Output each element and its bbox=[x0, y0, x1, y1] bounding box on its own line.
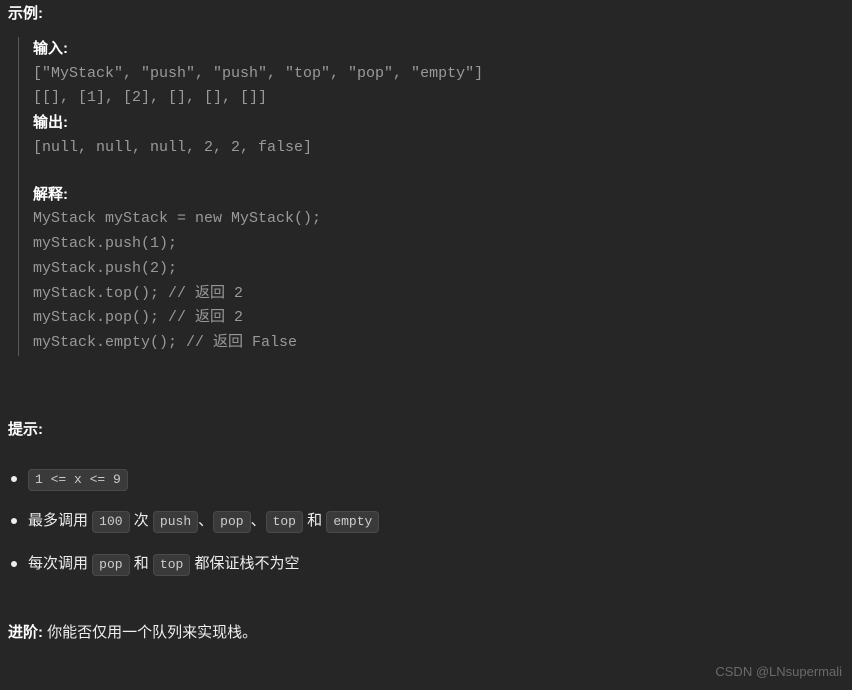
code-chip-range: 1 <= x <= 9 bbox=[28, 469, 128, 491]
code-chip-pop2: pop bbox=[92, 554, 129, 576]
example-title: 示例: bbox=[8, 2, 852, 27]
code-line-1: myStack.push(1); bbox=[33, 232, 852, 257]
input-line-2: [[], [1], [2], [], [], []] bbox=[33, 86, 852, 111]
hint2-text-mid1: 次 bbox=[130, 512, 153, 529]
explain-label: 解释: bbox=[33, 183, 852, 208]
watermark: CSDN @LNsupermali bbox=[715, 661, 842, 682]
hint2-text-prefix: 最多调用 bbox=[28, 512, 92, 529]
advanced-label: 进阶: bbox=[8, 624, 43, 641]
code-chip-push: push bbox=[153, 511, 198, 533]
code-chip-100: 100 bbox=[92, 511, 129, 533]
code-chip-top2: top bbox=[153, 554, 190, 576]
hint-item-2: 最多调用 100 次 push、pop、top 和 empty bbox=[8, 509, 852, 534]
hints-list: 1 <= x <= 9 最多调用 100 次 push、pop、top 和 em… bbox=[8, 467, 852, 577]
hints-title: 提示: bbox=[8, 418, 852, 443]
input-label: 输入: bbox=[33, 37, 852, 62]
advanced-text: 你能否仅用一个队列来实现栈。 bbox=[43, 624, 257, 641]
code-line-5: myStack.empty(); // 返回 False bbox=[33, 331, 852, 356]
hint2-text-mid2: 和 bbox=[303, 512, 326, 529]
hint-item-1: 1 <= x <= 9 bbox=[8, 467, 852, 492]
code-line-0: MyStack myStack = new MyStack(); bbox=[33, 207, 852, 232]
hint2-sep1: 、 bbox=[198, 512, 213, 529]
hint2-sep2: 、 bbox=[251, 512, 266, 529]
input-line-1: ["MyStack", "push", "push", "top", "pop"… bbox=[33, 62, 852, 87]
output-label: 输出: bbox=[33, 111, 852, 136]
code-line-4: myStack.pop(); // 返回 2 bbox=[33, 306, 852, 331]
output-line: [null, null, null, 2, 2, false] bbox=[33, 136, 852, 161]
code-line-3: myStack.top(); // 返回 2 bbox=[33, 282, 852, 307]
code-line-2: myStack.push(2); bbox=[33, 257, 852, 282]
code-chip-empty: empty bbox=[326, 511, 379, 533]
hint3-text-prefix: 每次调用 bbox=[28, 555, 92, 572]
hint3-text-suffix: 都保证栈不为空 bbox=[190, 555, 299, 572]
hints-section: 提示: 1 <= x <= 9 最多调用 100 次 push、pop、top … bbox=[0, 418, 852, 577]
hint-item-3: 每次调用 pop 和 top 都保证栈不为空 bbox=[8, 552, 852, 577]
code-chip-top: top bbox=[266, 511, 303, 533]
hint3-text-mid: 和 bbox=[130, 555, 153, 572]
example-block: 输入: ["MyStack", "push", "push", "top", "… bbox=[18, 37, 852, 356]
advanced-section: 进阶: 你能否仅用一个队列来实现栈。 bbox=[8, 621, 852, 646]
code-chip-pop: pop bbox=[213, 511, 250, 533]
